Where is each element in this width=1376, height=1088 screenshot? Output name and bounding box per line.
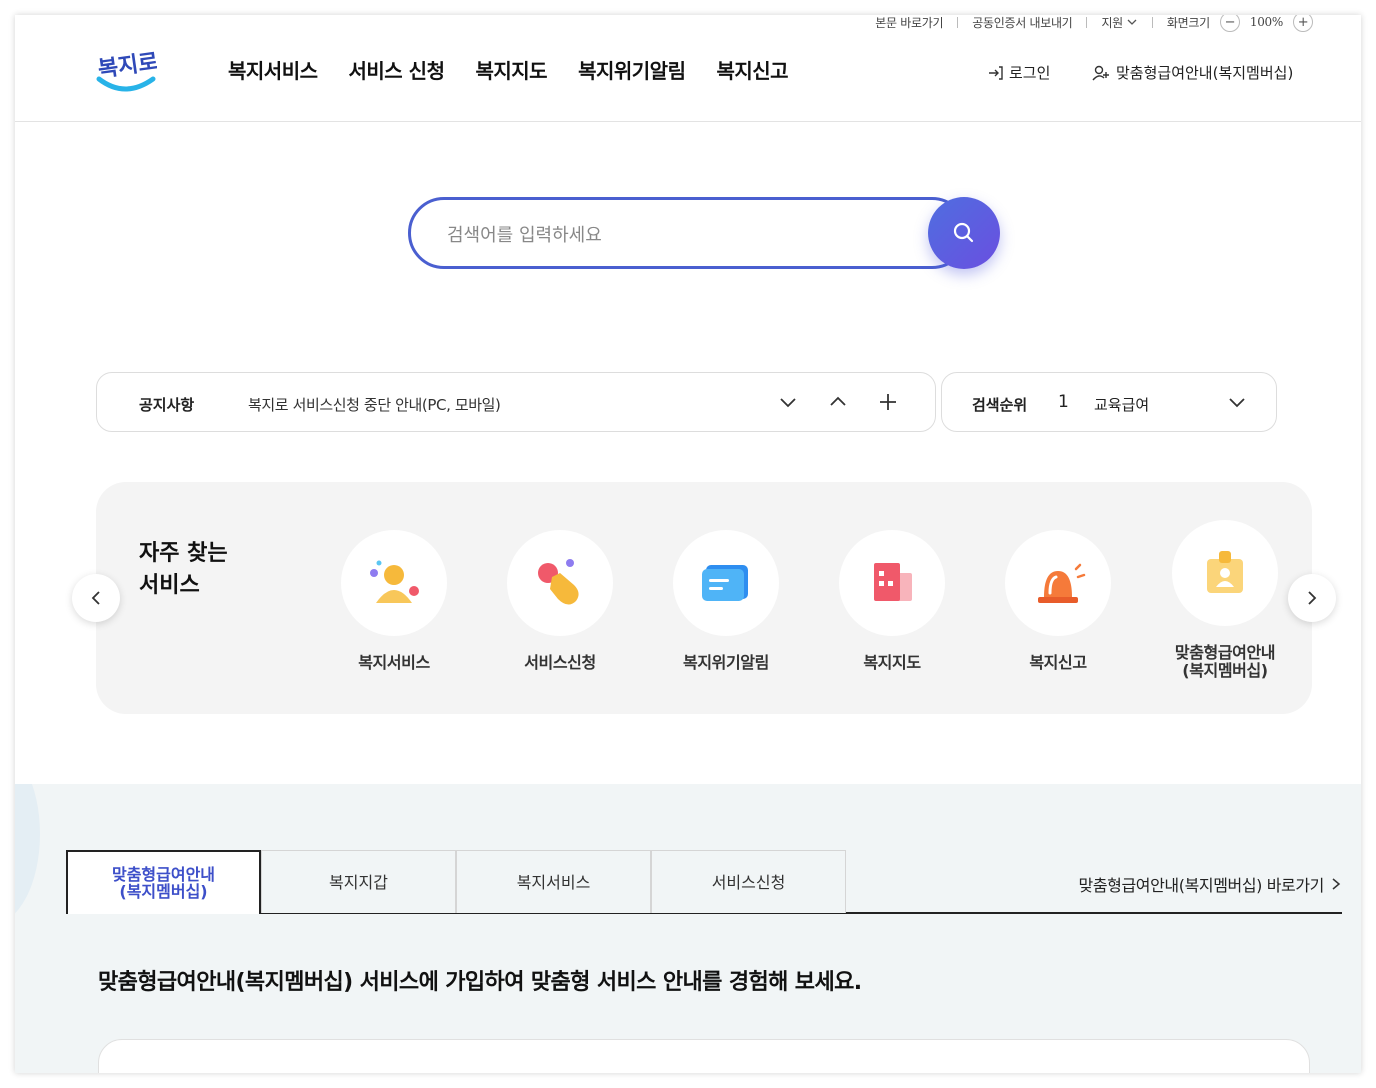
notice-next-button[interactable] [775,389,801,415]
membership-shortcut-link[interactable]: 맞춤형급여안내(복지멤버십) 바로가기 [1079,872,1343,896]
header: 본문 바로가기 공동인증서 내보내기 지원 화면크기 − 100% + 복지로 … [15,15,1361,122]
service-label: 복지지도 [863,653,921,672]
service-label: 복지신고 [1029,653,1087,672]
building-icon [874,563,912,601]
carousel-next-button[interactable] [1288,574,1336,622]
hand-pointer-icon [538,559,579,605]
screen-size-label: 화면크기 [1166,15,1210,30]
add-user-icon [1092,65,1109,80]
section-headline: 맞춤형급여안내(복지멤버십) 서비스에 가입하여 맞춤형 서비스 안내를 경험해… [98,970,862,995]
page-frame: 본문 바로가기 공동인증서 내보내기 지원 화면크기 − 100% + 복지로 … [15,15,1361,1073]
utility-bar: 본문 바로가기 공동인증서 내보내기 지원 화면크기 − 100% + [875,15,1313,32]
search-icon [953,222,974,243]
chevron-left-icon [91,591,100,605]
service-icon-circle [673,530,779,636]
service-item-welfare-map[interactable]: 복지지도 [822,530,962,672]
logo-icon: 복지로 [96,49,160,92]
chevron-down-icon [1127,19,1137,25]
main-nav: 복지서비스 서비스 신청 복지지도 복지위기알림 복지신고 [228,55,789,84]
service-icon-circle [341,530,447,636]
rank-keyword[interactable]: 교육급여 [1094,394,1149,415]
membership-section: 맞춤형급여안내 (복지멤버십) 복지지갑 복지서비스 서비스신청 맞춤형급여안내… [15,784,1361,1073]
skip-to-content-link[interactable]: 본문 바로가기 [875,15,943,31]
nav-welfare-service[interactable]: 복지서비스 [228,55,318,84]
zoom-level: 100% [1249,15,1283,29]
divider [957,16,959,28]
rank-number: 1 [1058,392,1069,412]
tab-service-apply[interactable]: 서비스신청 [651,850,846,913]
tab-welfare-service[interactable]: 복지서비스 [456,850,651,913]
shortcut-label: 맞춤형급여안내(복지멤버십) 바로가기 [1078,876,1325,895]
notice-text[interactable]: 복지로 서비스신청 중단 안내(PC, 모바일) [248,394,501,415]
service-label: 복지서비스 [358,653,430,672]
zoom-out-button[interactable]: − [1219,15,1240,32]
service-icon-circle [839,530,945,636]
tab-membership[interactable]: 맞춤형급여안내 (복지멤버십) [66,850,261,914]
svg-text:복지로: 복지로 [96,49,157,82]
plus-icon [880,394,896,410]
service-icon-circle [507,530,613,636]
support-label: 지원 [1101,15,1123,30]
siren-icon [1038,563,1086,603]
logo[interactable]: 복지로 [95,39,160,95]
rank-expand-button[interactable] [1224,389,1250,415]
nav-service-apply[interactable]: 서비스 신청 [349,55,445,84]
chevron-right-icon [1332,878,1341,890]
message-icon [702,565,748,601]
service-icon-circle [1005,530,1111,636]
notice-more-button[interactable] [875,389,901,415]
nav-welfare-map[interactable]: 복지지도 [475,55,547,84]
person-icon [370,560,419,603]
login-icon [989,65,1003,80]
service-item-service-apply[interactable]: 서비스신청 [490,530,630,672]
content-card [98,1039,1310,1073]
notice-label: 공지사항 [139,396,195,414]
membership-link[interactable]: 맞춤형급여안내(복지멤버십) [1091,62,1293,83]
search-button[interactable] [928,197,1000,269]
notice-bar: 공지사항 복지로 서비스신청 중단 안내(PC, 모바일) [96,372,936,432]
search-input[interactable] [447,220,907,250]
search-bar [408,197,1000,269]
support-menu[interactable]: 지원 [1101,15,1137,31]
chevron-down-icon [1229,398,1245,408]
frequent-services-title: 자주 찾는 서비스 [139,541,228,598]
tab-welfare-wallet[interactable]: 복지지갑 [261,850,456,913]
divider [1151,16,1153,28]
login-label: 로그인 [1009,64,1051,82]
section-tabs: 맞춤형급여안내 (복지멤버십) 복지지갑 복지서비스 서비스신청 맞춤형급여안내… [66,850,1342,914]
chevron-right-icon [1308,591,1317,605]
rank-label: 검색순위 [972,396,1028,414]
service-icon-circle [1172,520,1278,626]
search-rank-bar: 검색순위 1 교육급여 [941,372,1277,432]
service-item-crisis-alert[interactable]: 복지위기알림 [656,530,796,672]
zoom-in-button[interactable]: + [1293,15,1313,32]
service-label: 맞춤형급여안내 (복지멤버십) [1174,643,1276,680]
service-label: 복지위기알림 [683,653,769,672]
nav-welfare-report[interactable]: 복지신고 [716,55,788,84]
service-item-welfare-report[interactable]: 복지신고 [988,530,1128,672]
frequent-services: 자주 찾는 서비스 복지서비스 서비스신청 복지위기알림 복지지도 복지신고 맞… [96,482,1312,714]
id-badge-icon [1207,551,1243,593]
export-certificate-link[interactable]: 공동인증서 내보내기 [972,15,1072,31]
chevron-down-icon [780,398,796,408]
notice-prev-button[interactable] [825,389,851,415]
service-item-welfare-service[interactable]: 복지서비스 [324,530,464,672]
service-item-membership[interactable]: 맞춤형급여안내 (복지멤버십) [1155,520,1295,680]
carousel-prev-button[interactable] [72,574,120,622]
search-box [408,197,968,269]
nav-crisis-alert[interactable]: 복지위기알림 [578,55,686,84]
decorative-shape [15,784,40,924]
chevron-up-icon [830,396,846,406]
membership-label: 맞춤형급여안내(복지멤버십) [1116,64,1294,82]
service-label: 서비스신청 [524,653,596,672]
divider [1086,16,1088,28]
login-link[interactable]: 로그인 [987,62,1050,83]
